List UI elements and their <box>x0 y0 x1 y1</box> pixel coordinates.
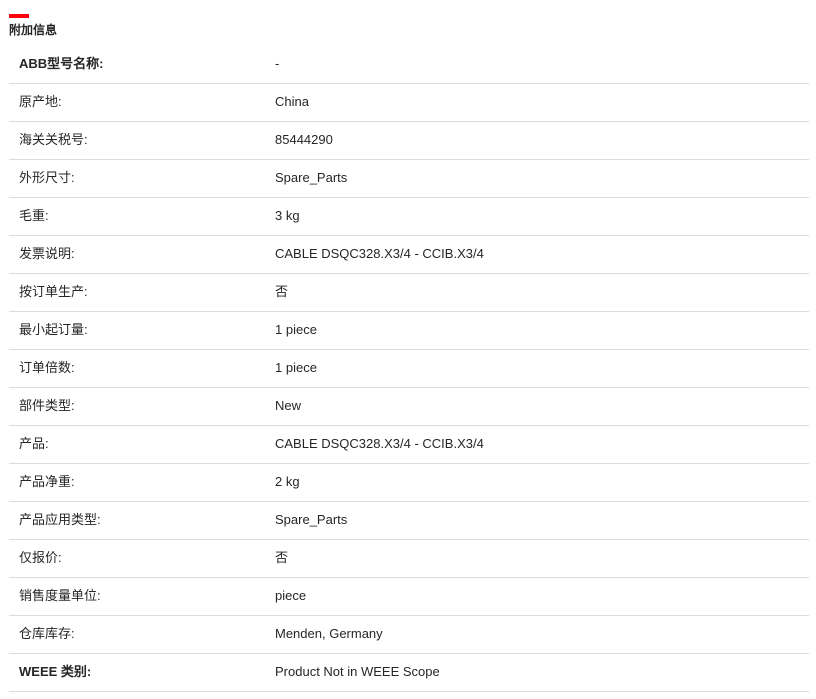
section-accent-bar <box>9 14 29 18</box>
info-value: New <box>275 398 302 413</box>
info-label: 产品净重: <box>19 474 75 489</box>
section-title: 附加信息 <box>9 23 58 37</box>
info-row-order-multiple: 订单倍数: 1 piece <box>9 349 809 387</box>
info-label: 毛重: <box>19 208 49 223</box>
info-row-dimensions: 外形尺寸: Spare_Parts <box>9 159 809 197</box>
info-label: 原产地: <box>19 94 62 109</box>
info-row-stocked-at: 仓库库存: Menden, Germany <box>9 615 809 653</box>
info-label: 订单倍数: <box>19 360 75 375</box>
info-row-weee-category: WEEE 类别: Product Not in WEEE Scope <box>9 653 809 691</box>
info-row-product: 产品: CABLE DSQC328.X3/4 - CCIB.X3/4 <box>9 425 809 463</box>
info-value: CABLE DSQC328.X3/4 - CCIB.X3/4 <box>275 246 484 261</box>
info-label: ABB型号名称: <box>19 55 104 71</box>
info-value: piece <box>275 588 307 603</box>
info-row-quote-only: 仅报价: 否 <box>9 539 809 577</box>
info-value: Spare_Parts <box>275 512 348 527</box>
info-row-minimum-order-quantity: 最小起订量: 1 piece <box>9 311 809 349</box>
info-value: 否 <box>275 550 289 565</box>
info-value: Spare_Parts <box>275 170 348 185</box>
info-row-sales-unit-of-measure: 销售度量单位: piece <box>9 577 809 615</box>
info-row-invoice-description: 发票说明: CABLE DSQC328.X3/4 - CCIB.X3/4 <box>9 235 809 273</box>
info-label: 外形尺寸: <box>19 170 75 185</box>
info-label: 销售度量单位: <box>19 588 101 603</box>
info-value: - <box>275 55 280 71</box>
info-value: 3 kg <box>275 208 300 223</box>
info-label: 仓库库存: <box>19 626 75 641</box>
info-value: CABLE DSQC328.X3/4 - CCIB.X3/4 <box>275 436 484 451</box>
info-value: Product Not in WEEE Scope <box>275 664 440 679</box>
info-value: 否 <box>275 284 289 299</box>
info-row-part-type: 部件类型: New <box>9 387 809 425</box>
info-value: Menden, Germany <box>275 626 383 641</box>
info-row-made-to-order: 按订单生产: 否 <box>9 273 809 311</box>
info-row-gross-weight: 毛重: 3 kg <box>9 197 809 235</box>
additional-info-section: 附加信息 ABB型号名称: - 原产地: China 海关关税号: 854442… <box>0 0 816 699</box>
info-value: 1 piece <box>275 360 317 375</box>
info-label: 按订单生产: <box>19 284 88 299</box>
info-label: 产品应用类型: <box>19 512 101 527</box>
info-label: 海关关税号: <box>19 132 88 147</box>
info-label: 最小起订量: <box>19 322 88 337</box>
info-row-abb-model-name: ABB型号名称: - <box>9 45 809 83</box>
info-row-country-of-origin: 原产地: China <box>9 83 809 121</box>
info-value: 85444290 <box>275 132 333 147</box>
info-label: 发票说明: <box>19 246 75 261</box>
info-row-product-application-type: 产品应用类型: Spare_Parts <box>9 501 809 539</box>
info-value: 2 kg <box>275 474 300 489</box>
info-row-product-net-weight: 产品净重: 2 kg <box>9 463 809 501</box>
info-value: China <box>275 94 309 109</box>
info-label: 部件类型: <box>19 398 75 413</box>
info-label: 产品: <box>19 436 49 451</box>
additional-info-table: ABB型号名称: - 原产地: China 海关关税号: 85444290 外形… <box>9 45 809 692</box>
info-label: WEEE 类别: <box>19 664 92 679</box>
info-row-customs-tariff-number: 海关关税号: 85444290 <box>9 121 809 159</box>
info-value: 1 piece <box>275 322 317 337</box>
info-label: 仅报价: <box>19 550 62 565</box>
